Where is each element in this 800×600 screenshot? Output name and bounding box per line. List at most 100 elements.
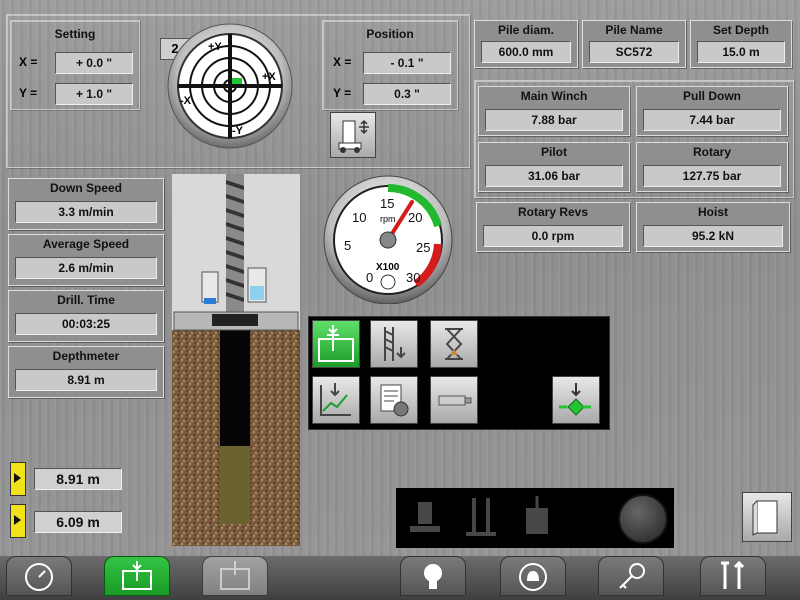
gauge-unit: rpm (380, 214, 396, 224)
drill-time-box: Drill. Time 00:03:25 (8, 290, 164, 342)
depthmeter-box: Depthmeter 8.91 m (8, 346, 164, 398)
setting-title: Setting (54, 27, 96, 41)
hourglass-icon (445, 328, 463, 360)
tab-gauge[interactable] (6, 556, 72, 596)
average-speed-value: 2.6 m/min (15, 257, 157, 279)
position-title: Position (366, 27, 414, 41)
pull-down-label: Pull Down (683, 89, 741, 103)
rotary-revs-value: 0.0 rpm (483, 225, 623, 247)
position-group: Position X = - 0.1 " Y = 0.3 " (322, 20, 458, 110)
pile-diam-label: Pile diam. (497, 23, 555, 37)
status-indicator (618, 494, 668, 544)
auger-drill-diagram (172, 174, 300, 546)
rotary-revs-label: Rotary Revs (517, 205, 589, 219)
pilot-box: Pilot 31.06 bar (478, 142, 630, 192)
drill-time-value: 00:03:25 (15, 313, 157, 335)
key-icon (619, 563, 645, 589)
tools-icon (721, 560, 745, 589)
gauge-tab-icon (25, 563, 53, 591)
timer-button[interactable] (430, 320, 478, 368)
average-speed-label: Average Speed (42, 237, 130, 251)
set-depth-label: Set Depth (712, 23, 769, 37)
minus-x-label: -X (180, 95, 192, 107)
minus-y-label: -Y (232, 125, 244, 137)
setting-group: Setting X = + 0.0 " Y = + 1.0 " (10, 20, 140, 110)
down-speed-value: 3.3 m/min (15, 201, 157, 223)
plus-x-label: +X (262, 71, 276, 83)
disabled-press-button (400, 492, 450, 542)
pile-name-box: Pile Name SC572 (582, 20, 686, 68)
door-exit-icon (752, 500, 778, 536)
hoist-box: Hoist 95.2 kN (636, 202, 790, 252)
plus-y-label: +Y (208, 41, 222, 53)
move-center-button[interactable] (552, 376, 600, 424)
pile-diam-box: Pile diam. 600.0 mm (474, 20, 578, 68)
tab-alarm[interactable] (500, 556, 566, 596)
rotary-box: Rotary 127.75 bar (636, 142, 788, 192)
rig-calibrate-button[interactable] (330, 112, 376, 158)
depth-marker-value-1: 8.91 m (34, 468, 122, 490)
gauge-tick-25: 25 (416, 240, 430, 255)
gauge-tick-10: 10 (352, 210, 366, 225)
gauge-multiplier: X100 (376, 262, 400, 273)
down-speed-box: Down Speed 3.3 m/min (8, 178, 164, 230)
pull-down-value: 7.44 bar (643, 109, 781, 131)
position-y-field: 0.3 " (363, 83, 451, 105)
depthmeter-value: 8.91 m (15, 369, 157, 391)
main-winch-label: Main Winch (520, 89, 588, 103)
drill-mode-icon (318, 325, 354, 362)
pile-diam-value: 600.0 mm (481, 41, 571, 63)
main-winch-box: Main Winch 7.88 bar (478, 86, 630, 136)
rig-arrows-icon (338, 119, 369, 153)
position-x-field: - 0.1 " (363, 52, 451, 74)
set-depth-value: 15.0 m (697, 41, 785, 63)
disabled-rig-button (456, 492, 506, 542)
pile-name-value: SC572 (589, 41, 679, 63)
set-depth-box: Set Depth 15.0 m (690, 20, 792, 68)
drilling-tab-icon (122, 561, 152, 590)
lightbulb-icon (424, 564, 442, 589)
gauge-tick-30: 30 (406, 270, 420, 285)
down-speed-label: Down Speed (49, 181, 122, 195)
gauge-tick-0: 0 (366, 270, 373, 285)
pile-name-label: Pile Name (605, 23, 663, 37)
setting-y-label: Y = (19, 86, 38, 100)
auger-profile-button[interactable] (370, 320, 418, 368)
rotary-label: Rotary (692, 145, 731, 159)
tab-key[interactable] (598, 556, 664, 596)
press-icon (410, 502, 440, 532)
casing-icon (526, 496, 548, 534)
report-gear-icon (380, 384, 409, 417)
drill-time-label: Drill. Time (57, 293, 115, 307)
rotary-revs-box: Rotary Revs 0.0 rpm (476, 202, 630, 252)
casing-tab-icon (220, 561, 250, 590)
tab-tools[interactable] (700, 556, 766, 596)
exit-button[interactable] (742, 492, 792, 542)
position-x-label: X = (333, 55, 352, 69)
report-button[interactable] (370, 376, 418, 424)
gauge-tick-5: 5 (344, 238, 351, 253)
depth-marker-value-2: 6.09 m (34, 511, 122, 533)
average-speed-box: Average Speed 2.6 m/min (8, 234, 164, 286)
tab-drilling[interactable] (104, 556, 170, 596)
depth-chart-button[interactable] (312, 376, 360, 424)
gauge-tick-15: 15 (380, 196, 394, 211)
tab-casing[interactable] (202, 556, 268, 596)
setting-x-field[interactable]: + 0.0 " (55, 52, 133, 74)
inclinometer-bubble: +Y -Y +X -X (167, 23, 293, 149)
drilling-mode-button[interactable] (312, 320, 360, 368)
rotary-value: 127.75 bar (643, 165, 781, 187)
move-arrows-icon (559, 383, 591, 416)
tab-light[interactable] (400, 556, 466, 596)
usb-export-button[interactable] (430, 376, 478, 424)
depthmeter-label: Depthmeter (52, 349, 120, 363)
rotary-rpm-gauge: 0 5 10 15 20 25 30 rpm X100 (323, 175, 453, 304)
setting-y-field[interactable]: + 1.0 " (55, 83, 133, 105)
pull-down-box: Pull Down 7.44 bar (636, 86, 788, 136)
auger-profile-icon (384, 327, 406, 361)
pilot-label: Pilot (541, 145, 567, 159)
setting-x-label: X = (19, 55, 38, 69)
position-y-label: Y = (333, 86, 352, 100)
gauge-tick-20: 20 (408, 210, 422, 225)
main-winch-value: 7.88 bar (485, 109, 623, 131)
